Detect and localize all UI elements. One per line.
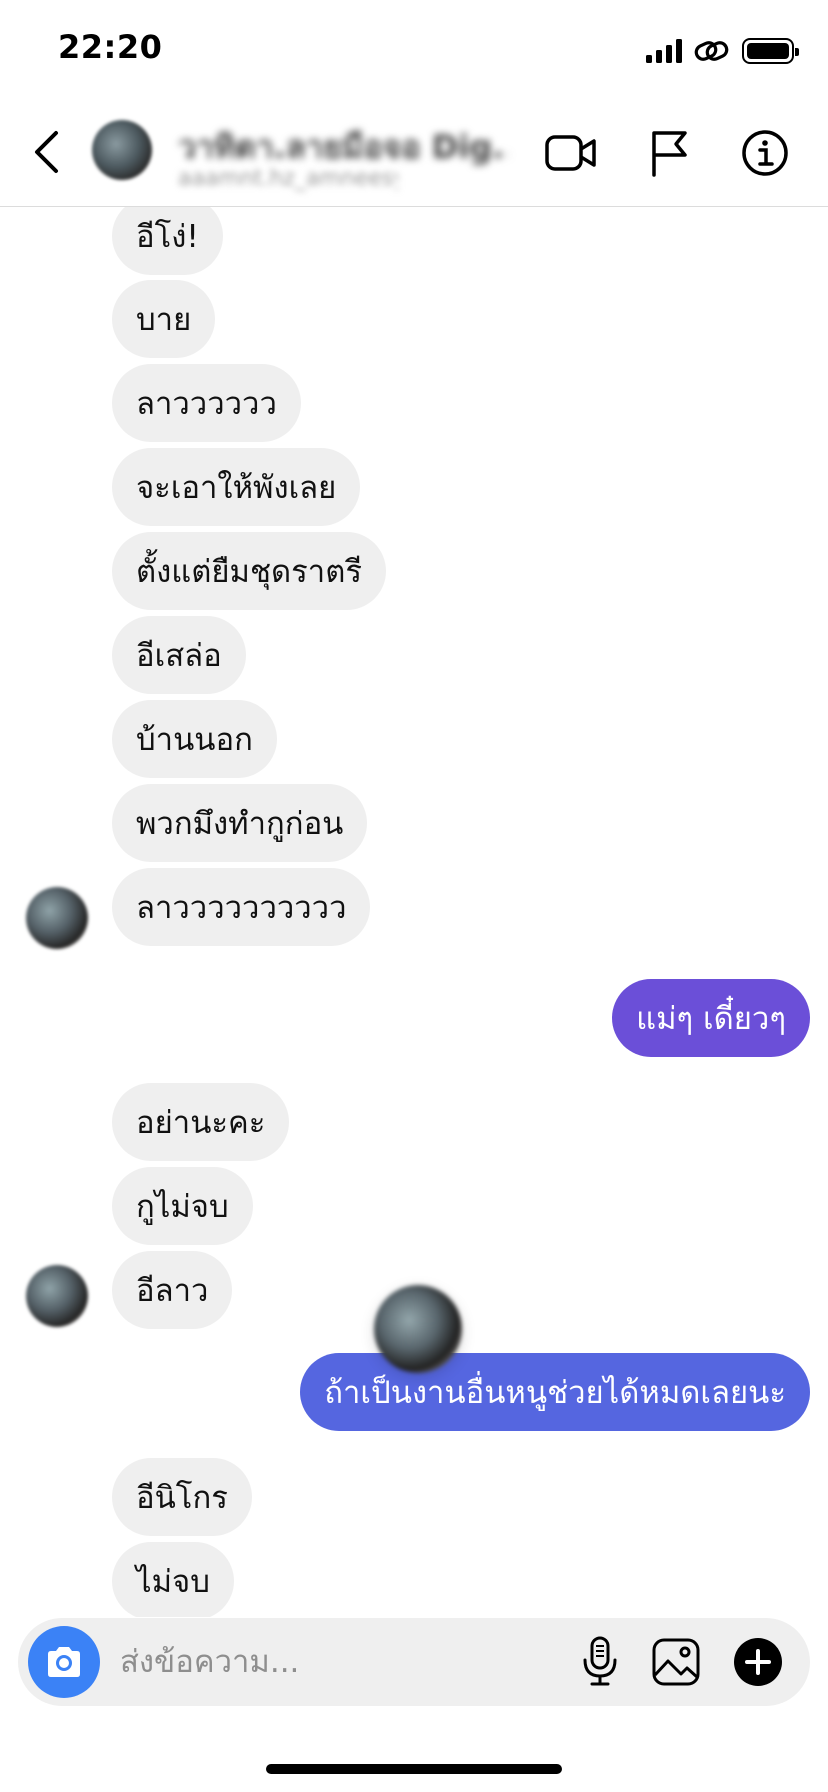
outgoing-message[interactable]: แม่ๆ เดี๋ยวๆ [612,979,810,1057]
camera-button[interactable] [28,1626,100,1698]
info-icon [742,130,788,176]
incoming-message[interactable]: กูไม่จบ [112,1167,253,1245]
incoming-message[interactable]: จะเอาให้พังเลย [112,448,361,526]
status-icons [646,34,799,68]
report-button[interactable] [642,126,696,180]
image-gallery-icon [652,1638,700,1686]
incoming-message[interactable]: อีโง่! [112,207,223,275]
camera-icon [48,1647,80,1677]
cellular-signal-icon [646,39,682,63]
message-input[interactable] [120,1618,560,1706]
personal-hotspot-icon [694,41,729,61]
microphone-icon [583,1636,617,1686]
chevron-left-icon [35,131,58,173]
message-list[interactable]: อีโง่! บาย ลาวววววว จะเอาให้พังเลย ตั้งแ… [0,207,828,1617]
gallery-button[interactable] [646,1632,706,1692]
voice-message-button[interactable] [570,1632,630,1692]
incoming-message[interactable]: พวกมึงทำกูก่อน [112,784,368,862]
back-button[interactable] [26,124,66,180]
chat-header: วาทิตา.ลายมือจอ Dig... aaamnt.hz_amneesy [0,100,828,207]
outgoing-message[interactable]: ถ้าเป็นงานอื่นหนูช่วยได้หมดเลยนะ [300,1353,810,1431]
seen-by-avatar [374,1285,462,1373]
contact-username: aaamnt.hz_amneesy [178,166,398,191]
sender-avatar[interactable] [26,887,88,949]
video-call-button[interactable] [544,126,598,180]
incoming-message[interactable]: บ้านนอก [112,700,277,778]
incoming-message[interactable]: บาย [112,280,216,358]
video-camera-icon [545,135,596,171]
incoming-message[interactable]: ตั้งแต่ยืมชุดราตรี [112,532,386,610]
incoming-message[interactable]: อีนิโกร [112,1458,252,1536]
more-options-button[interactable] [728,1632,788,1692]
info-button[interactable] [738,126,792,180]
incoming-message[interactable]: อีเสล่อ [112,616,246,694]
incoming-message[interactable]: อย่านะคะ [112,1083,290,1161]
message-composer [18,1618,810,1706]
plus-circle-icon [734,1638,782,1686]
sender-avatar[interactable] [26,1265,88,1327]
flag-icon [652,131,687,177]
status-time: 22:20 [58,28,163,66]
incoming-message[interactable]: ลาวววววว [112,364,301,442]
incoming-message[interactable]: ไม่จบ [112,1542,234,1617]
battery-icon [742,38,799,64]
status-bar: 22:20 [0,0,828,100]
incoming-message[interactable]: ลาวววววววววว [112,868,371,946]
incoming-message[interactable]: อีลาว [112,1251,233,1329]
home-indicator [266,1764,562,1774]
contact-avatar[interactable] [92,120,152,180]
